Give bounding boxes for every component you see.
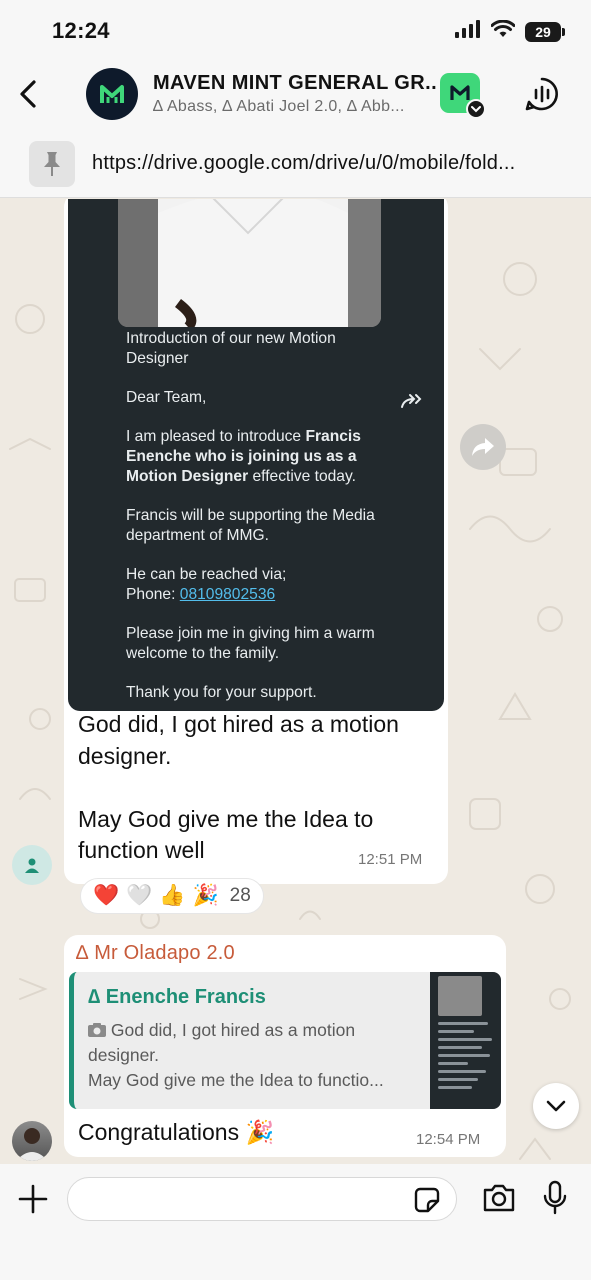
status-time: 12:24: [52, 18, 110, 43]
announcement-heading: Introduction of our new Motion Designer: [126, 330, 336, 367]
reaction-heart: ❤️: [93, 884, 120, 907]
pinned-link[interactable]: https://drive.google.com/drive/u/0/mobil…: [92, 152, 562, 175]
sender-name[interactable]: ∆ Mr Oladapo 2.0: [76, 942, 235, 965]
wifi-icon: [490, 19, 516, 43]
status-icons: 29: [455, 19, 565, 43]
quoted-line1: God did, I got hired as a motion designe…: [88, 1020, 356, 1065]
back-button[interactable]: [14, 76, 44, 112]
quoted-message[interactable]: ∆ Enenche Francis God did, I got hired a…: [69, 972, 501, 1109]
announcement-text: Introduction of our new Motion Designer …: [126, 329, 386, 711]
announcement-greeting: Dear Team,: [126, 389, 207, 406]
microphone-icon: [543, 1180, 567, 1215]
share-arrow-icon: [472, 438, 494, 456]
status-bar: 12:24 29: [0, 0, 591, 58]
camera-button[interactable]: [482, 1183, 516, 1213]
message-timestamp: 12:54 PM: [416, 1131, 481, 1148]
voice-message-button[interactable]: [543, 1180, 567, 1216]
thumbnail-photo: [438, 976, 482, 1016]
quoted-sender: ∆ Enenche Francis: [88, 986, 266, 1008]
reaction-white-heart: 🤍: [126, 884, 153, 907]
group-members[interactable]: ∆ Abass, ∆ Abati Joel 2.0, ∆ Abb...: [153, 98, 433, 116]
chevron-left-icon: [20, 80, 36, 108]
maven-logo-icon: [100, 85, 124, 103]
announcement-support: Francis will be supporting the Media dep…: [126, 507, 375, 544]
photo-of-person: [118, 199, 381, 327]
plus-icon: [18, 1184, 48, 1214]
sender-avatar[interactable]: [12, 1121, 52, 1161]
message-bubble-reply[interactable]: ∆ Mr Oladapo 2.0 ∆ Enenche Francis God d…: [64, 935, 506, 1157]
announcement-thanks: Thank you for your support.: [126, 684, 317, 701]
message-input[interactable]: [67, 1177, 457, 1221]
chevron-down-badge-icon: [466, 99, 486, 119]
scroll-to-bottom-button[interactable]: [533, 1083, 579, 1129]
chat-area[interactable]: Introduction of our new Motion Designer …: [0, 199, 591, 1164]
community-badge[interactable]: [440, 73, 486, 119]
attach-button[interactable]: [18, 1184, 48, 1214]
audio-chat-icon: [525, 77, 558, 111]
announcement-welcome: Please join me in giving him a warm welc…: [126, 625, 375, 662]
phone-link: 08109802536: [179, 586, 276, 603]
reaction-thumbs-up: 👍: [159, 884, 186, 907]
camera-small-icon: [88, 1020, 106, 1040]
chevron-down-icon: [546, 1100, 566, 1112]
contact-reach: He can be reached via;: [126, 566, 287, 583]
thumbnail-text-lines: [438, 1022, 496, 1094]
announcement-contact: He can be reached via; Phone: 08109802536: [126, 565, 386, 605]
cellular-signal-icon: [455, 20, 481, 43]
intro-end: effective today.: [248, 468, 356, 485]
forward-button[interactable]: [460, 424, 506, 470]
message-reactions[interactable]: ❤️ 🤍 👍 🎉 28: [80, 878, 264, 914]
community-logo-icon: [450, 85, 470, 100]
battery-indicator: 29: [525, 21, 565, 42]
pin-icon: [29, 141, 75, 187]
phone-label: Phone:: [126, 586, 180, 603]
sender-avatar[interactable]: [12, 845, 52, 885]
group-title[interactable]: MAVEN MINT GENERAL GR...: [153, 72, 438, 95]
message-caption: God did, I got hired as a motion designe…: [78, 709, 428, 867]
group-call-button[interactable]: [524, 76, 560, 112]
reaction-party-popper: 🎉: [192, 884, 219, 907]
sticker-icon: [414, 1187, 440, 1213]
person-icon: [25, 858, 39, 873]
message-image[interactable]: Introduction of our new Motion Designer …: [68, 199, 444, 711]
quoted-text: God did, I got hired as a motion designe…: [88, 1018, 418, 1093]
quoted-thumbnail: [430, 972, 501, 1109]
forward-arrows-icon: [401, 394, 422, 408]
profile-photo: [16, 1128, 48, 1161]
quoted-line2: May God give me the Idea to functio...: [88, 1070, 384, 1090]
caption-line1: God did, I got hired as a motion designe…: [78, 711, 399, 769]
pinned-message-bar[interactable]: https://drive.google.com/drive/u/0/mobil…: [0, 134, 591, 198]
message-bubble-image[interactable]: Introduction of our new Motion Designer …: [64, 199, 448, 884]
message-text: Congratulations 🎉: [78, 1119, 275, 1145]
message-input-bar: [0, 1164, 591, 1280]
message-timestamp: 12:51 PM: [358, 851, 423, 868]
reaction-count: 28: [229, 885, 251, 906]
sticker-button[interactable]: [414, 1187, 440, 1213]
announcement-intro: I am pleased to introduce Francis Enench…: [126, 427, 386, 487]
group-avatar[interactable]: [86, 68, 138, 120]
intro-start: I am pleased to introduce: [126, 428, 306, 445]
camera-icon: [483, 1184, 515, 1212]
chat-header: MAVEN MINT GENERAL GR... ∆ Abass, ∆ Abat…: [0, 58, 591, 134]
